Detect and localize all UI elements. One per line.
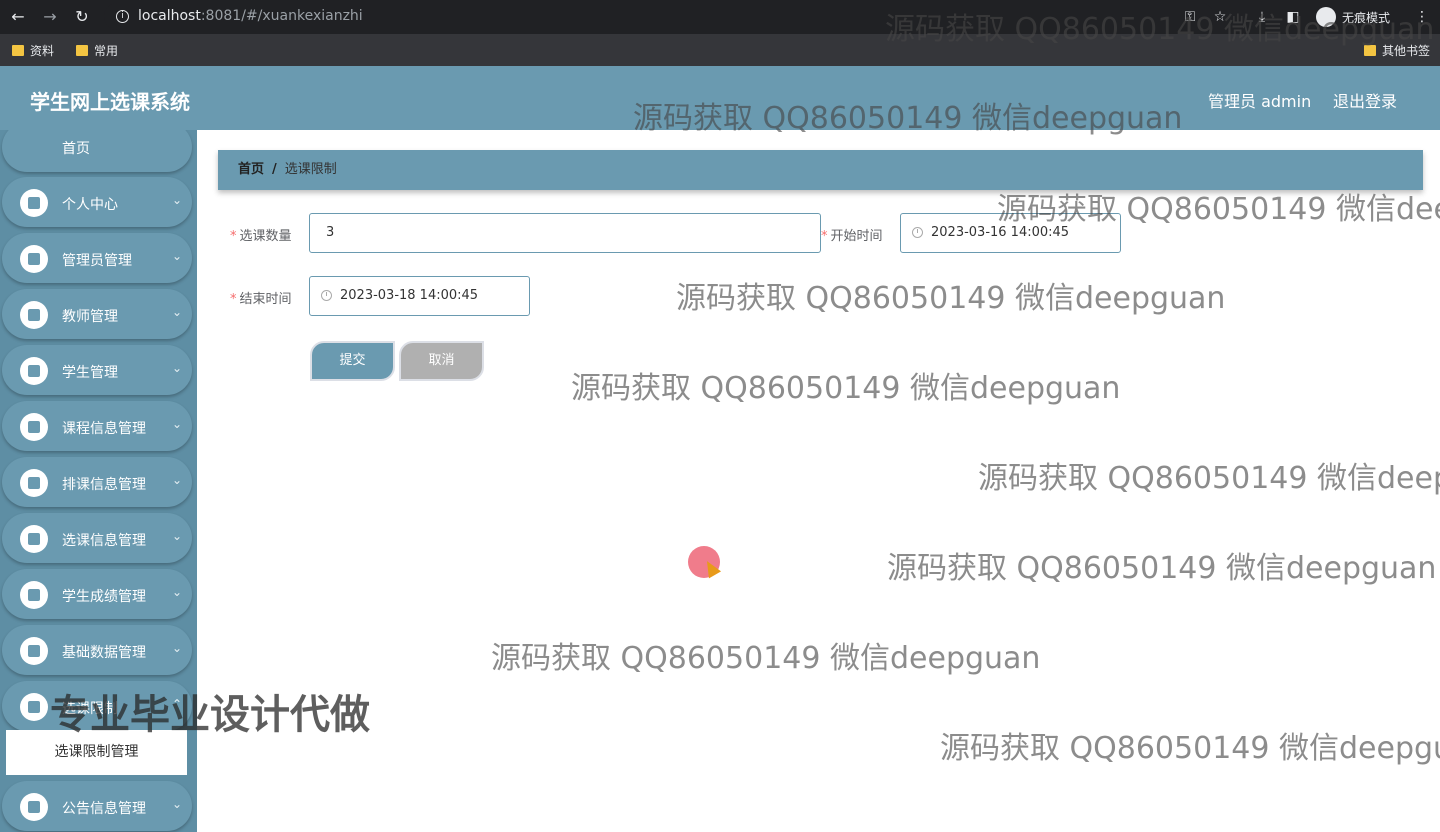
printer-icon (20, 469, 48, 497)
sidebar-item-label: 教师管理 (62, 309, 118, 325)
chevron-down-icon: ⌄ (171, 193, 182, 207)
required-mark: * (821, 229, 828, 244)
chevron-down-icon: ⌄ (171, 641, 182, 655)
sidebar-item-label: 公告信息管理 (62, 801, 146, 817)
watermark: 源码获取 QQ86050149 微信deepguan (633, 101, 1183, 136)
folder-icon (76, 45, 88, 56)
sidebar-item-label: 选课信息管理 (62, 533, 146, 549)
overlay-caption: 专业毕业设计代做 (50, 692, 370, 738)
sidebar-item-label: 排课信息管理 (62, 477, 146, 493)
breadcrumb-home[interactable]: 首页 (238, 162, 264, 177)
sidebar-item-label: 基础数据管理 (62, 645, 146, 661)
watermark: 源码获取 QQ86050149 微信deepguan (887, 551, 1437, 586)
sidebar-item-home[interactable]: 首页 (2, 130, 192, 172)
chevron-down-icon: ⌄ (171, 305, 182, 319)
bookmark-folder-ziliao[interactable]: 资料 (12, 42, 54, 59)
back-icon[interactable]: ← (6, 5, 30, 29)
required-mark: * (230, 292, 237, 307)
sidebar-item-teacher-management[interactable]: 教师管理 ⌄ (2, 289, 192, 339)
end-time-label: * 结束时间 (230, 288, 292, 307)
submit-button[interactable]: 提交 (310, 341, 395, 381)
sidebar-item-announcements[interactable]: 公告信息管理 ⌄ (2, 781, 192, 831)
sidebar-item-student-management[interactable]: 学生管理 ⌄ (2, 345, 192, 395)
chevron-down-icon: ⌄ (171, 797, 182, 811)
breadcrumb-current: 选课限制 (284, 162, 337, 177)
watermark: 源码获取 QQ86050149 微信deepguan (676, 281, 1226, 316)
sidebar-item-course-info[interactable]: 课程信息管理 ⌄ (2, 401, 192, 451)
sidebar-item-label: 学生成绩管理 (62, 589, 146, 605)
sidebar-item-label: 学生管理 (62, 365, 118, 381)
sidebar-item-admin-management[interactable]: 管理员管理 ⌄ (2, 233, 192, 283)
chevron-down-icon: ⌄ (171, 529, 182, 543)
sidebar-item-grades[interactable]: 学生成绩管理 ⌄ (2, 569, 192, 619)
clipboard-icon (20, 581, 48, 609)
watermark: 源码获取 QQ86050149 微信deepgu (940, 731, 1440, 766)
watermark: 源码获取 QQ86050149 微信deep (978, 461, 1440, 496)
sidebar-item-base-data[interactable]: 基础数据管理 ⌄ (2, 625, 192, 675)
book-icon (20, 413, 48, 441)
clock-icon (912, 227, 923, 238)
chevron-down-icon: ⌄ (171, 249, 182, 263)
sidebar-item-label: 管理员管理 (62, 253, 132, 269)
breadcrumb-separator: / (272, 162, 277, 177)
end-time-picker[interactable]: 2023-03-18 14:00:45 (309, 276, 530, 316)
grid-icon (20, 525, 48, 553)
bookmark-label: 资料 (30, 44, 55, 58)
grid-icon (20, 693, 48, 721)
forward-icon[interactable]: → (38, 5, 62, 29)
sidebar-item-schedule-info[interactable]: 排课信息管理 ⌄ (2, 457, 192, 507)
flag-icon (20, 301, 48, 329)
sidebar-item-selection-info[interactable]: 选课信息管理 ⌄ (2, 513, 192, 563)
start-time-label-text: 开始时间 (830, 229, 883, 244)
watermark: 源码获取 QQ86050149 微信deepguan (491, 641, 1041, 676)
user-icon (20, 189, 48, 217)
folder-icon (12, 45, 24, 56)
sidebar-item-label: 课程信息管理 (62, 421, 146, 437)
course-count-input[interactable]: 3 (309, 213, 821, 253)
url-host: localhost (138, 8, 201, 24)
chevron-down-icon: ⌄ (171, 585, 182, 599)
sidebar-item-personal-center[interactable]: 个人中心 ⌄ (2, 177, 192, 227)
bookmark-folder-changyong[interactable]: 常用 (76, 42, 118, 59)
grid-icon (20, 357, 48, 385)
required-mark: * (230, 229, 237, 244)
chevron-down-icon: ⌄ (171, 417, 182, 431)
cancel-button[interactable]: 取消 (399, 341, 484, 381)
count-label: * 选课数量 (230, 225, 292, 244)
chart-icon (20, 637, 48, 665)
count-label-text: 选课数量 (239, 229, 292, 244)
sidebar-item-label: 首页 (62, 141, 90, 157)
watermark: 源码获取 QQ86050149 微信dee (997, 192, 1440, 227)
end-time-label-text: 结束时间 (239, 292, 292, 307)
site-info-icon[interactable]: i (116, 10, 129, 23)
current-user: 管理员 admin (1208, 92, 1312, 111)
message-icon (20, 793, 48, 821)
bookmark-label: 常用 (94, 44, 119, 58)
url-path: :8081/#/xuankexianzhi (200, 8, 363, 24)
reload-icon[interactable]: ↻ (70, 5, 94, 29)
briefcase-icon (20, 245, 48, 273)
logout-link[interactable]: 退出登录 (1333, 88, 1397, 112)
app-title: 学生网上选课系统 (30, 90, 190, 114)
clock-icon (321, 290, 332, 301)
chevron-down-icon: ⌄ (171, 473, 182, 487)
end-time-value: 2023-03-18 14:00:45 (340, 288, 479, 303)
watermark: 源码获取 QQ86050149 微信deepguan (885, 12, 1435, 47)
sidebar-item-label: 个人中心 (62, 197, 118, 213)
watermark: 源码获取 QQ86050149 微信deepguan (571, 371, 1121, 406)
chevron-down-icon: ⌄ (171, 361, 182, 375)
start-time-label: * 开始时间 (821, 225, 883, 244)
